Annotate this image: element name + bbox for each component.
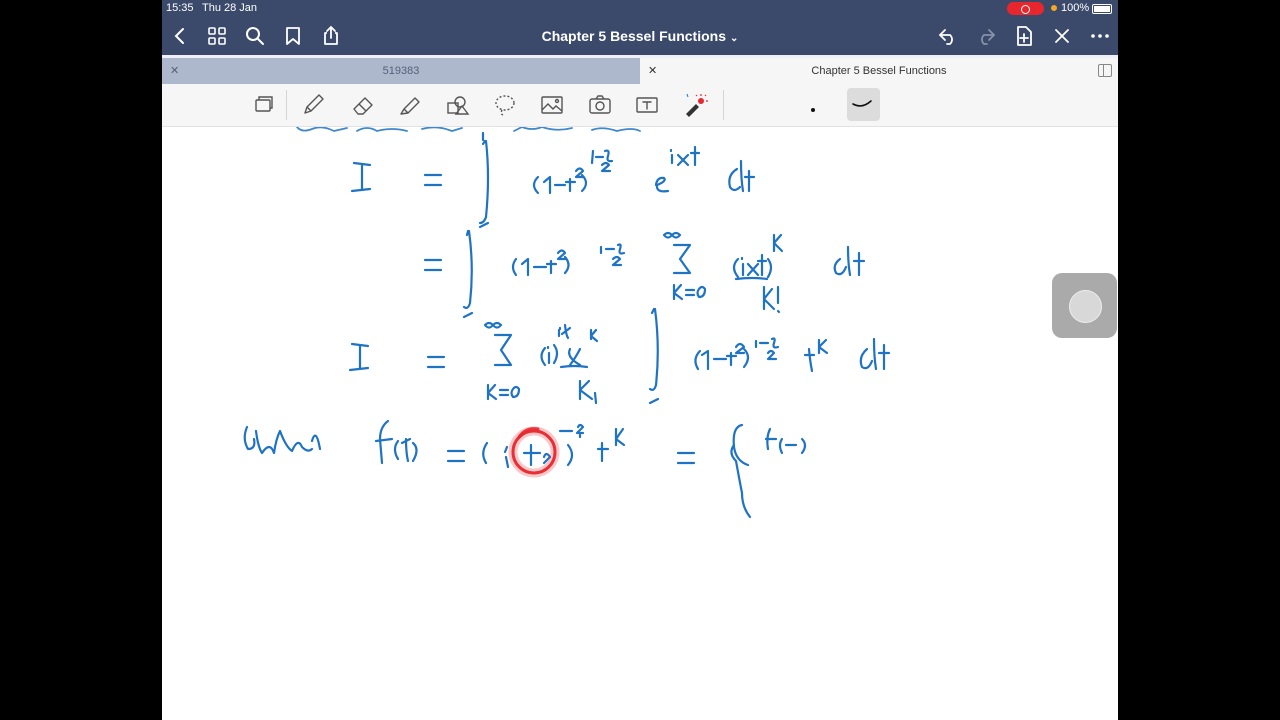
screen-recording-icon[interactable]: [1007, 2, 1044, 15]
document-title-text: Chapter 5 Bessel Functions: [541, 28, 726, 44]
assistive-touch-icon: [1069, 290, 1102, 323]
laser-pointer-icon[interactable]: [679, 90, 709, 120]
lasso-select-icon[interactable]: [248, 90, 278, 120]
close-icon[interactable]: [1050, 24, 1074, 48]
shapes-icon[interactable]: [442, 90, 472, 120]
add-page-icon[interactable]: [1012, 24, 1036, 48]
image-icon[interactable]: [537, 90, 567, 120]
eraser-icon[interactable]: [348, 90, 378, 120]
chevron-down-icon: ⌄: [730, 33, 739, 44]
assistive-touch-button[interactable]: [1052, 273, 1117, 338]
sidebar-toggle-icon[interactable]: [1098, 64, 1112, 77]
laser-highlight-circle: [508, 426, 560, 478]
toolbar-separator: [286, 90, 287, 120]
tab-label: 519383: [382, 65, 420, 77]
equation-line-2: [423, 229, 866, 319]
drawing-toolbar: [162, 84, 1118, 127]
redo-icon[interactable]: [974, 24, 998, 48]
tab-chapter-5[interactable]: ✕ Chapter 5 Bessel Functions: [640, 58, 1118, 84]
battery-percent: 100%: [1061, 2, 1090, 14]
mic-indicator-icon: [1051, 5, 1057, 11]
navigation-bar: Chapter 5 Bessel Functions ⌄: [162, 17, 1118, 55]
toolbar-separator: [723, 90, 724, 120]
tab-bar: ✕ 519383 ✕ Chapter 5 Bessel Functions: [162, 55, 1118, 84]
highlighter-icon[interactable]: [395, 90, 425, 120]
curve-stroke-option-icon[interactable]: [847, 88, 880, 121]
tab-label: Chapter 5 Bessel Functions: [811, 65, 947, 77]
equation-line-1: [350, 131, 756, 229]
notes-app-screen: 15:35 Thu 28 Jan 100% Chapter 5 Bessel F…: [162, 0, 1118, 720]
note-canvas[interactable]: [162, 126, 1118, 720]
pen-icon[interactable]: [298, 90, 328, 120]
thin-stroke-option-icon[interactable]: [798, 90, 828, 120]
more-options-icon[interactable]: [1088, 24, 1112, 48]
camera-icon[interactable]: [585, 90, 615, 120]
status-time: 15:35: [166, 2, 194, 14]
battery-icon: [1092, 4, 1112, 14]
lasso-icon[interactable]: [490, 90, 520, 120]
text-box-icon[interactable]: [632, 90, 662, 120]
status-bar: 15:35 Thu 28 Jan 100%: [162, 0, 1118, 17]
tab-519383[interactable]: ✕ 519383: [162, 58, 640, 84]
handwriting-top-cutoff: [296, 126, 641, 132]
equation-line-3: [348, 307, 891, 405]
status-date: Thu 28 Jan: [202, 2, 258, 14]
undo-icon[interactable]: [936, 24, 960, 48]
